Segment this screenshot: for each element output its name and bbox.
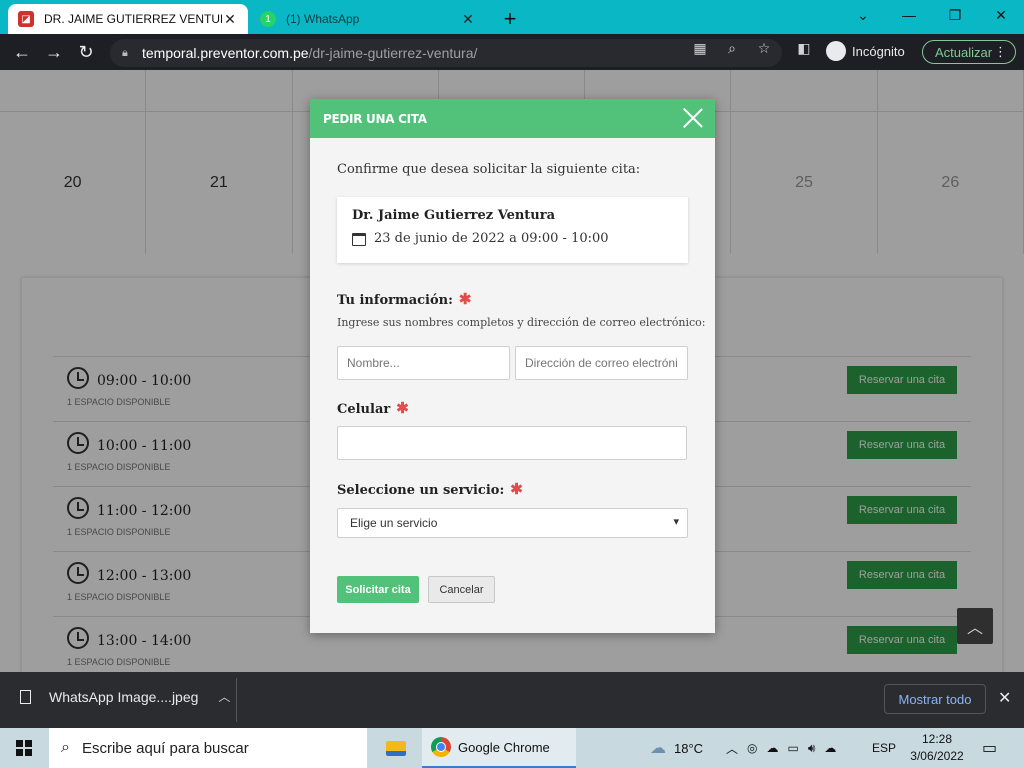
chrome-icon — [431, 737, 451, 757]
doctor-name: Dr. Jaime Gutierrez Ventura — [352, 208, 556, 223]
submit-appointment-button[interactable]: Solicitar cita — [337, 576, 419, 603]
system-tray: ︿ ◎ ☁ ▭ 🔊︎ ☁ — [726, 728, 836, 768]
taskbar-clock[interactable]: 12:28 3/06/2022 — [904, 731, 970, 765]
weather-alert-icon[interactable]: ☁ — [824, 741, 836, 755]
bookmark-star-icon[interactable]: ☆ — [754, 40, 774, 57]
network-icon[interactable]: ▭ — [788, 741, 799, 755]
phone-input[interactable] — [337, 426, 687, 460]
divider — [236, 678, 237, 722]
modal-header: PEDIR UNA CITA — [310, 99, 715, 138]
name-input[interactable] — [337, 346, 510, 380]
service-label: Seleccione un servicio: — [337, 483, 505, 498]
minimize-button[interactable]: — — [894, 4, 924, 26]
chevron-down-icon: ▾ — [673, 516, 679, 528]
new-tab-button[interactable]: + — [498, 6, 522, 32]
chevron-up-icon: ︿ — [966, 620, 983, 637]
modal-title: PEDIR UNA CITA — [323, 111, 427, 126]
service-select[interactable]: Elige un servicio ▾ — [337, 508, 688, 538]
incognito-icon — [826, 41, 846, 61]
info-hint: Ingrese sus nombres completos y direcció… — [337, 316, 706, 329]
confirm-text: Confirme que desea solicitar la siguient… — [337, 162, 641, 177]
file-icon — [20, 689, 31, 704]
site-favicon-icon: ◪ — [18, 11, 34, 27]
phone-label: Celular — [337, 402, 391, 417]
required-mark: ✱ — [396, 399, 409, 417]
service-section-label: Seleccione un servicio: ✱ — [337, 480, 523, 498]
whatsapp-icon: 1 — [260, 11, 276, 27]
taskbar-search[interactable]: ⌕ Escribe aquí para buscar — [49, 728, 367, 768]
url-path: /dr-jaime-gutierrez-ventura/ — [308, 45, 478, 61]
scroll-to-top-button[interactable]: ︿ — [957, 608, 993, 644]
chrome-taskbar-button[interactable]: Google Chrome — [422, 728, 576, 768]
clock-time: 12:28 — [921, 732, 953, 746]
address-bar[interactable]: 🔒︎ temporal.preventor.com.pe/dr-jaime-gu… — [110, 39, 782, 67]
notifications-icon[interactable]: ▭ — [982, 728, 997, 768]
lock-icon: 🔒︎ — [122, 46, 128, 59]
close-window-button[interactable]: ✕ — [986, 4, 1016, 26]
download-bar: WhatsApp Image....jpeg ︿ Mostrar todo ✕ — [0, 672, 1024, 728]
tab-title: (1) WhatsApp — [286, 12, 360, 26]
search-placeholder: Escribe aquí para buscar — [81, 739, 249, 757]
incognito-indicator[interactable]: Incógnito — [826, 41, 905, 61]
meet-icon[interactable]: ◎ — [747, 741, 757, 755]
zoom-icon[interactable]: ⌕ — [722, 40, 742, 57]
info-label: Tu información: — [337, 293, 453, 308]
appointment-datetime: 23 de junio de 2022 a 09:00 - 10:00 — [374, 231, 609, 246]
close-icon[interactable]: ✕ — [998, 688, 1011, 708]
language-label: ESP — [872, 741, 897, 755]
windows-logo-icon — [16, 740, 32, 756]
info-section-label: Tu información: ✱ — [337, 290, 472, 308]
email-input[interactable] — [515, 346, 688, 380]
show-all-button[interactable]: Mostrar todo — [884, 684, 986, 714]
browser-tab-strip: ◪ DR. JAIME GUTIERREZ VENTURA ✕ 1 (1) Wh… — [0, 0, 1024, 34]
menu-dots-icon: ⋮ — [994, 44, 1007, 59]
phone-section-label: Celular ✱ — [337, 399, 409, 417]
language-indicator[interactable]: ESP — [872, 728, 896, 768]
cancel-button[interactable]: Cancelar — [428, 576, 495, 603]
tab-search-icon[interactable]: ⌄ — [848, 4, 878, 26]
incognito-label: Incógnito — [852, 43, 905, 59]
qr-code-icon[interactable]: ▦ — [690, 40, 710, 57]
required-mark: ✱ — [510, 480, 523, 498]
appointment-summary: Dr. Jaime Gutierrez Ventura 23 de junio … — [337, 197, 688, 263]
chevron-up-icon[interactable]: ︿ — [726, 740, 738, 757]
onedrive-icon[interactable]: ☁ — [767, 741, 779, 755]
close-icon[interactable] — [681, 105, 705, 129]
chrome-label: Google Chrome — [458, 739, 550, 755]
service-selected-value: Elige un servicio — [350, 516, 438, 530]
cloud-icon: ☁ — [650, 740, 666, 757]
download-file-name: WhatsApp Image....jpeg — [49, 688, 199, 705]
file-explorer-button[interactable] — [376, 728, 416, 768]
folder-icon — [386, 740, 406, 756]
reload-icon[interactable]: ↻ — [70, 42, 102, 63]
volume-icon[interactable]: 🔊︎ — [808, 741, 816, 756]
calendar-icon — [352, 233, 366, 246]
clock-date: 3/06/2022 — [910, 749, 964, 763]
side-panel-icon[interactable]: ◧ — [794, 40, 814, 57]
tab-title: DR. JAIME GUTIERREZ VENTURA — [44, 12, 222, 26]
weather-widget[interactable]: ☁ 18°C — [650, 728, 703, 768]
back-icon[interactable]: ← — [6, 42, 38, 63]
forward-icon[interactable]: → — [38, 42, 70, 63]
windows-taskbar: ⌕ Escribe aquí para buscar Google Chrome… — [0, 728, 1024, 768]
close-tab-icon[interactable]: ✕ — [222, 11, 238, 28]
update-button[interactable]: Actualizar ⋮ — [922, 40, 1016, 64]
url-host: temporal.preventor.com.pe — [142, 45, 309, 61]
restore-button[interactable]: ❐ — [940, 4, 970, 26]
chevron-up-icon[interactable]: ︿ — [218, 688, 230, 705]
browser-toolbar: ← → ↻ 🔒︎ temporal.preventor.com.pe/dr-ja… — [0, 34, 1024, 70]
appointment-modal: PEDIR UNA CITA Confirme que desea solici… — [310, 99, 715, 633]
temperature: 18°C — [674, 740, 704, 756]
tab-whatsapp[interactable]: 1 (1) WhatsApp ✕ — [250, 4, 486, 34]
search-icon: ⌕ — [61, 739, 70, 756]
start-button[interactable] — [0, 728, 48, 768]
download-item[interactable]: WhatsApp Image....jpeg ︿ — [20, 688, 230, 705]
update-label: Actualizar — [935, 44, 993, 60]
close-tab-icon[interactable]: ✕ — [460, 11, 476, 28]
required-mark: ✱ — [458, 290, 472, 308]
tab-doctor[interactable]: ◪ DR. JAIME GUTIERREZ VENTURA ✕ — [8, 4, 248, 34]
